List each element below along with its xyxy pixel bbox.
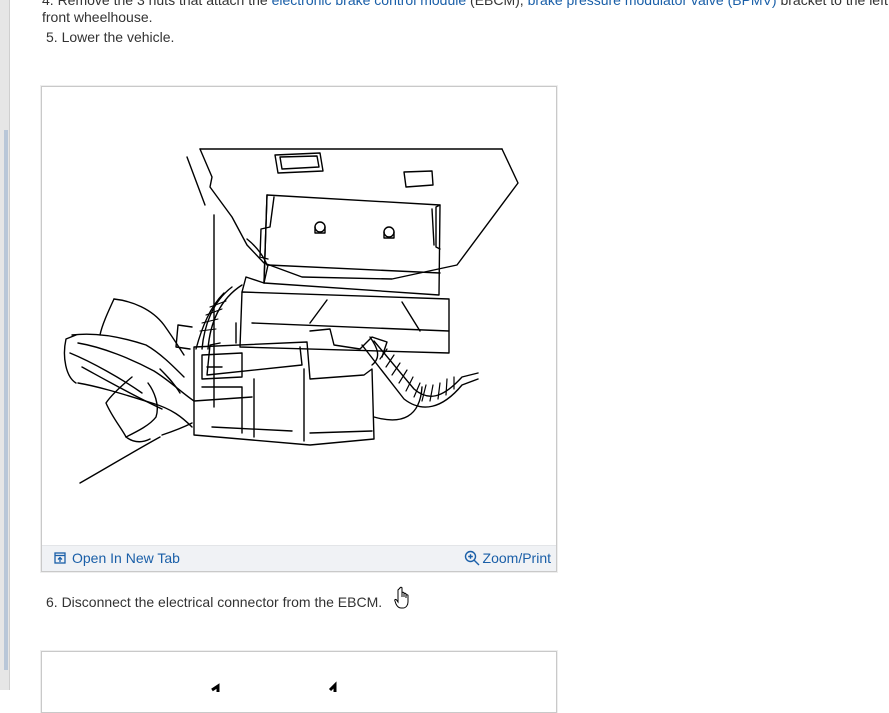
zoom-in-icon — [464, 550, 480, 566]
step-4-mid: (EBCM), — [466, 0, 528, 8]
zoom-print-link[interactable]: Zoom/Print — [464, 550, 551, 566]
figure-card-2 — [41, 651, 557, 713]
figure-illustration[interactable] — [42, 87, 556, 545]
open-in-new-tab-label[interactable]: Open In New Tab — [72, 550, 180, 566]
scrollbar-thumb[interactable] — [4, 130, 8, 670]
zoom-print-label[interactable]: Zoom/Print — [483, 550, 551, 566]
figure-toolbar: Open In New Tab Zoom/Print — [42, 545, 556, 571]
figure-card: Open In New Tab Zoom/Print — [41, 86, 557, 572]
step-4-prefix: 4. Remove the 3 nuts that attach the — [42, 0, 272, 8]
page-scrollbar[interactable] — [0, 0, 10, 690]
step-4-suffix: bracket to the left — [776, 0, 888, 8]
ebcm-link[interactable]: electronic brake control module — [272, 0, 467, 8]
hand-pointer-icon — [394, 586, 409, 609]
open-in-new-tab-icon — [54, 552, 66, 564]
figure-2-illustration[interactable] — [42, 652, 556, 692]
step-4-line-2: front wheelhouse. — [42, 9, 153, 25]
step-6-text: 6. Disconnect the electrical connector f… — [46, 594, 383, 610]
bpmv-link[interactable]: brake pressure modulator valve (BPMV) — [528, 0, 777, 8]
step-4-line-1: 4. Remove the 3 nuts that attach the ele… — [42, 0, 888, 9]
open-in-new-tab-link[interactable]: Open In New Tab — [54, 550, 180, 566]
step-5-text: 5. Lower the vehicle. — [46, 29, 175, 45]
